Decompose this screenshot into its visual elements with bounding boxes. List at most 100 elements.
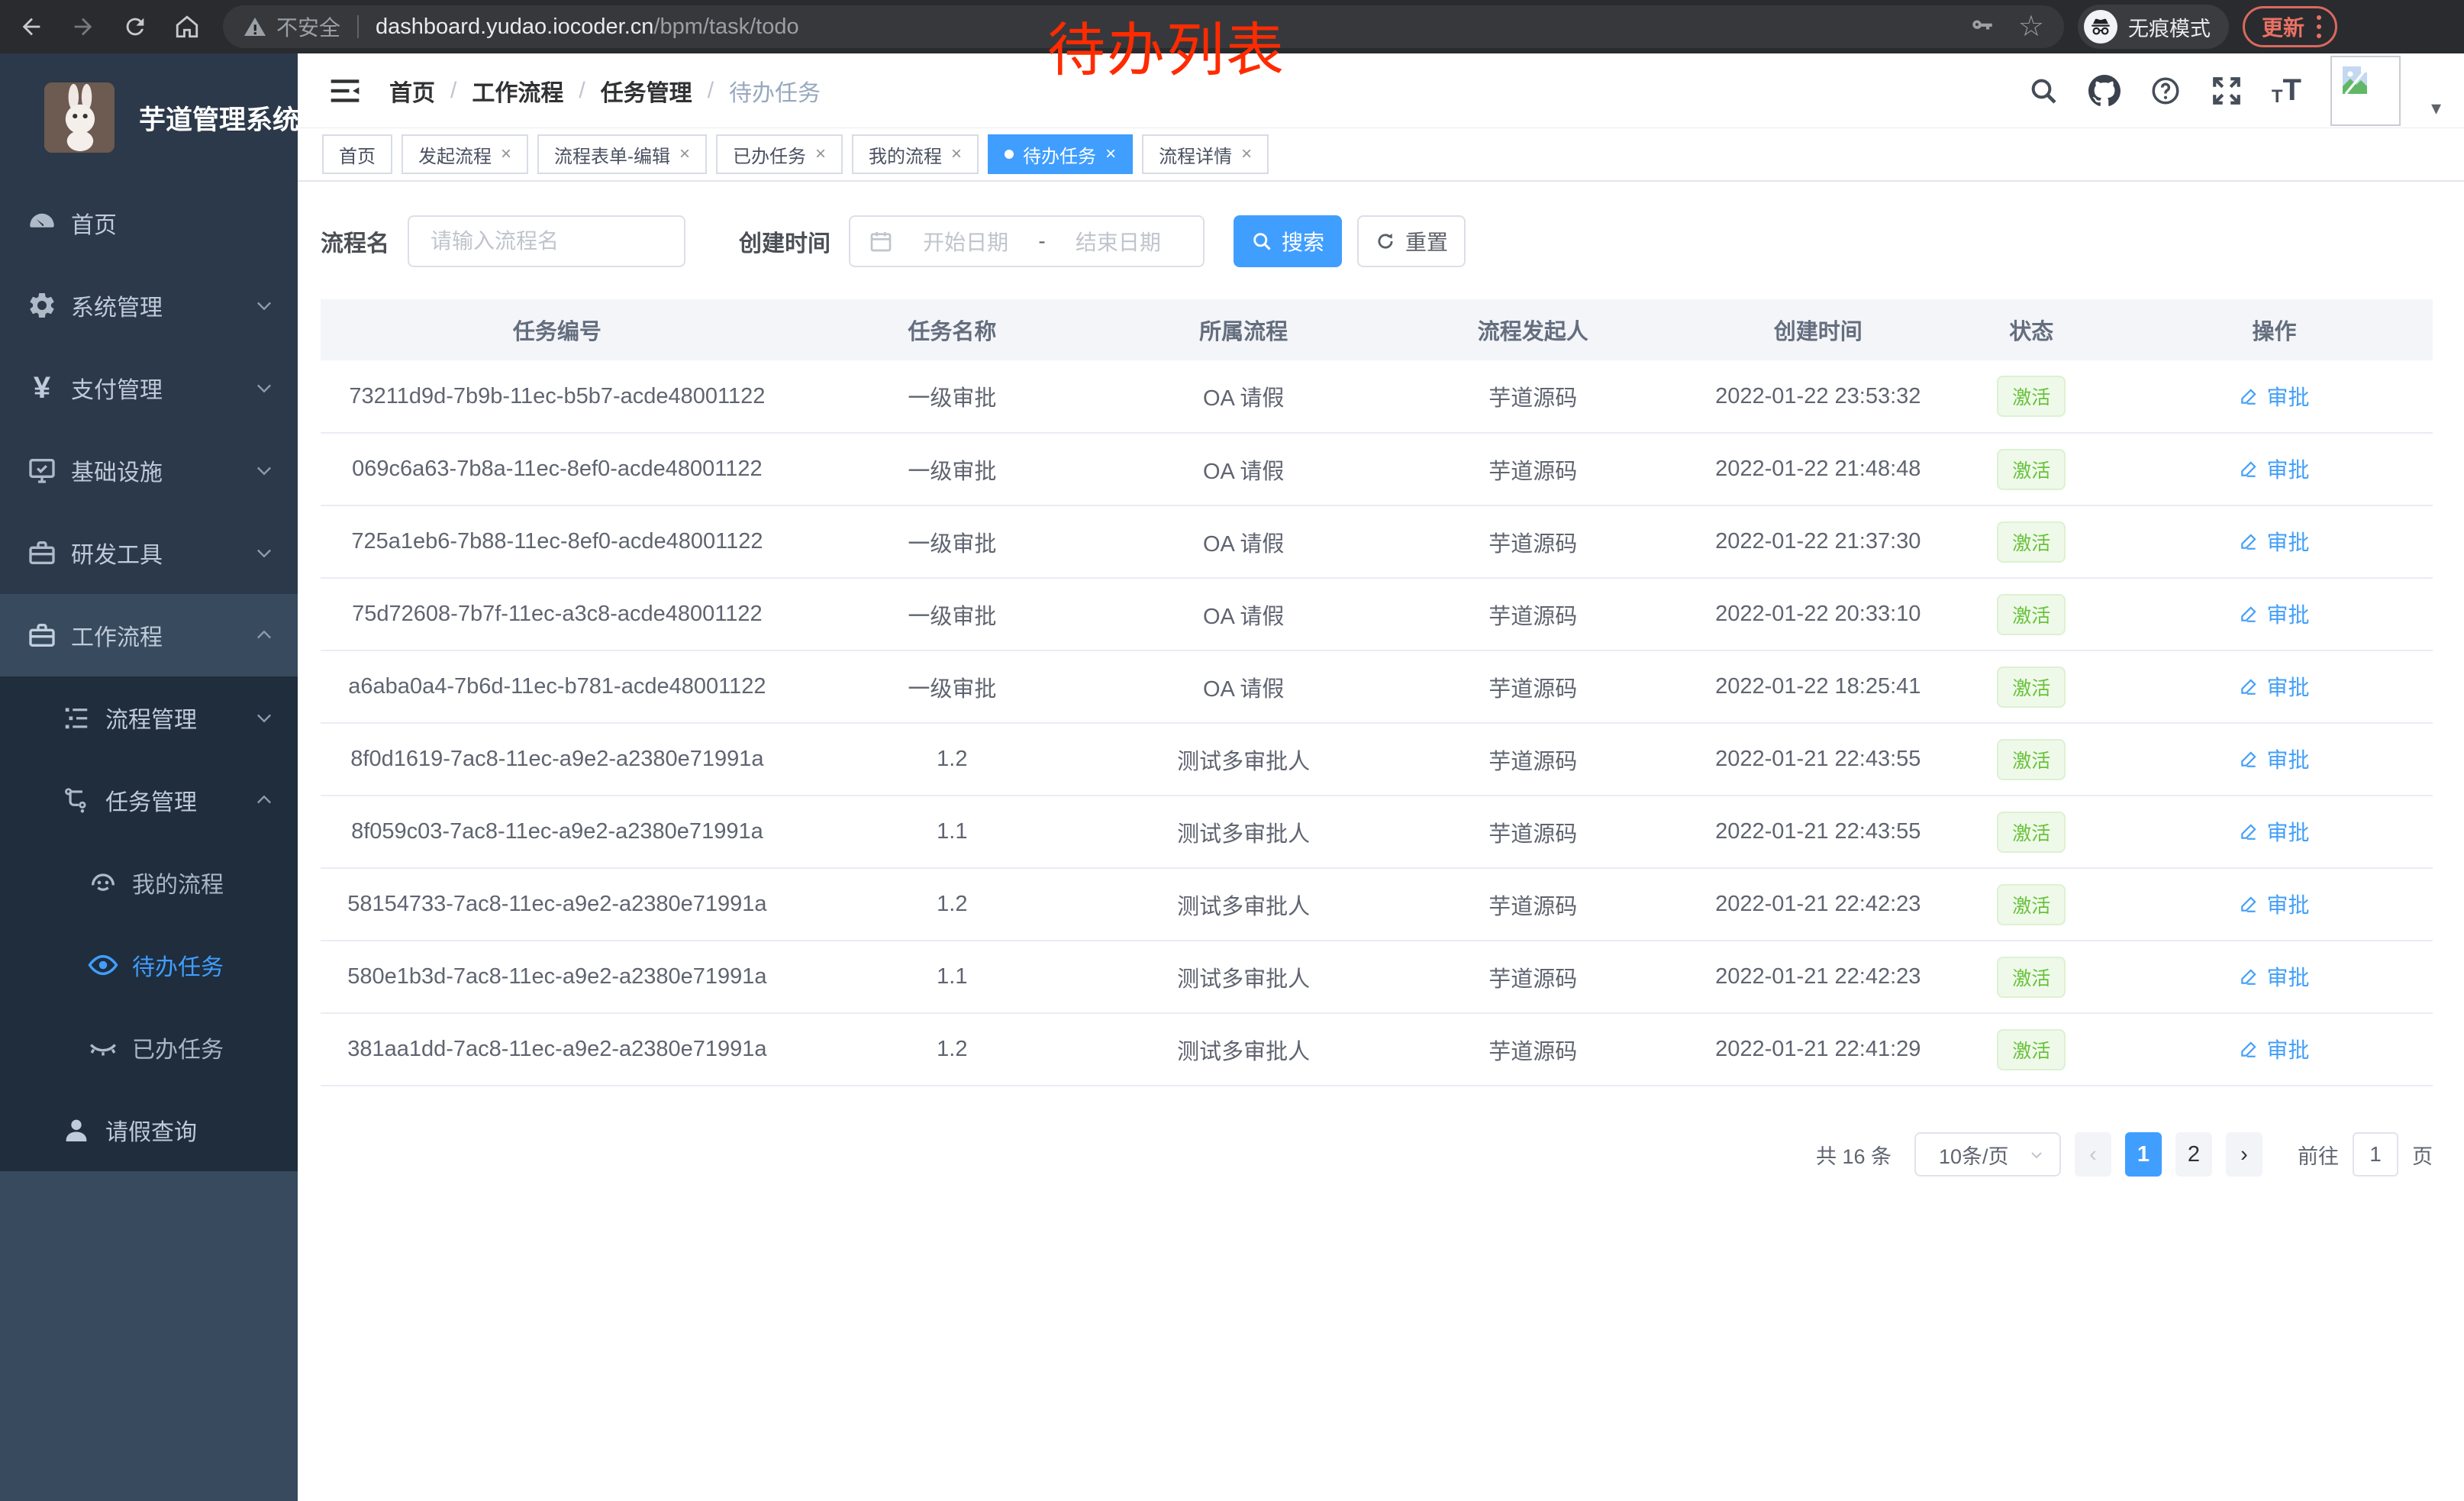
tag-start-process[interactable]: 发起流程× — [402, 134, 528, 174]
next-page-button[interactable]: › — [2226, 1132, 2262, 1177]
update-label: 更新 — [2262, 11, 2304, 42]
chevron-down-icon — [253, 542, 275, 563]
process-name-label: 流程名 — [321, 224, 389, 258]
page-content: 流程名 创建时间 开始日期 - 结束日期 搜索 重 — [298, 182, 2464, 1501]
breadcrumb-workflow[interactable]: 工作流程 — [472, 74, 563, 108]
approve-button[interactable]: 审批 — [2239, 889, 2309, 919]
page-button-2[interactable]: 2 — [2175, 1132, 2212, 1177]
browser-home-button[interactable] — [165, 5, 209, 49]
status-badge: 激活 — [1997, 667, 2066, 708]
sidebar-item-task-management[interactable]: 任务管理 — [0, 759, 298, 841]
close-icon[interactable]: × — [1241, 145, 1252, 163]
close-icon[interactable]: × — [679, 145, 690, 163]
tag-form-edit[interactable]: 流程表单-编辑× — [537, 134, 707, 174]
header-search-icon[interactable] — [2027, 75, 2059, 107]
edit-pen-icon — [2239, 386, 2259, 406]
sidebar-item-payment[interactable]: ¥ 支付管理 — [0, 347, 298, 429]
goto-label: 前往 — [2298, 1140, 2339, 1170]
start-date-placeholder[interactable]: 开始日期 — [899, 226, 1032, 257]
page-button-1[interactable]: 1 — [2125, 1132, 2162, 1177]
sidebar-item-process-management[interactable]: 流程管理 — [0, 676, 298, 759]
sidebar-item-workflow[interactable]: 工作流程 — [0, 594, 298, 676]
status-badge: 激活 — [1997, 449, 2066, 490]
col-process: 所属流程 — [1111, 299, 1377, 360]
screenshot-root: 待办列表 不安全 dashboard.yudao.iocoder.cn/bpm/… — [0, 0, 2464, 1501]
col-status: 状态 — [1947, 299, 2116, 360]
sidebar-filler — [0, 1171, 298, 1501]
face-icon — [86, 866, 120, 899]
chevron-down-icon — [2027, 1145, 2046, 1164]
browser-forward-button[interactable] — [61, 5, 105, 49]
approve-button[interactable]: 审批 — [2239, 961, 2309, 992]
sidebar-item-my-process[interactable]: 我的流程 — [0, 841, 298, 924]
date-range-picker[interactable]: 开始日期 - 结束日期 — [849, 215, 1205, 267]
col-task-name: 任务名称 — [794, 299, 1111, 360]
close-icon[interactable]: × — [501, 145, 511, 163]
help-icon[interactable] — [2150, 75, 2182, 107]
breadcrumb-home[interactable]: 首页 — [389, 74, 435, 108]
sidebar-item-dev-tools[interactable]: 研发工具 — [0, 512, 298, 594]
browser-menu-icon[interactable] — [2317, 15, 2321, 38]
sidebar-item-system[interactable]: 系统管理 — [0, 264, 298, 347]
end-date-placeholder[interactable]: 结束日期 — [1052, 226, 1185, 257]
bookmark-star-icon[interactable]: ☆ — [2018, 12, 2044, 41]
close-icon[interactable]: × — [1105, 145, 1116, 163]
goto-page-input[interactable] — [2353, 1132, 2398, 1177]
table-row: 069c6a63-7b8a-11ec-8ef0-acde48001122一级审批… — [321, 433, 2433, 505]
browser-update-button[interactable]: 更新 — [2243, 6, 2337, 47]
tag-done-tasks[interactable]: 已办任务× — [716, 134, 843, 174]
user-avatar[interactable] — [2330, 56, 2401, 126]
approve-button[interactable]: 审批 — [2239, 1034, 2309, 1064]
search-icon — [1251, 231, 1272, 252]
table-row: 8f0d1619-7ac8-11ec-a9e2-a2380e71991a1.2测… — [321, 723, 2433, 796]
dashboard-gauge-icon — [25, 206, 59, 240]
close-icon[interactable]: × — [951, 145, 962, 163]
incognito-label: 无痕模式 — [2128, 12, 2211, 42]
back-arrow-icon — [18, 14, 44, 40]
github-icon[interactable] — [2088, 75, 2121, 107]
chevron-down-icon — [253, 377, 275, 399]
tag-todo-tasks[interactable]: 待办任务× — [988, 134, 1133, 174]
toolbox-icon — [25, 536, 59, 570]
avatar-caret-icon[interactable]: ▾ — [2431, 96, 2441, 120]
approve-button[interactable]: 审批 — [2239, 744, 2309, 774]
approve-button[interactable]: 审批 — [2239, 671, 2309, 702]
tag-process-detail[interactable]: 流程详情× — [1142, 134, 1269, 174]
tag-my-process[interactable]: 我的流程× — [852, 134, 979, 174]
close-icon[interactable]: × — [815, 145, 826, 163]
status-badge: 激活 — [1997, 1029, 2066, 1070]
app-logo-row[interactable]: 芋道管理系统 — [0, 53, 298, 182]
sidebar-item-done-tasks[interactable]: 已办任务 — [0, 1006, 298, 1089]
sidebar-item-leave-query[interactable]: 请假查询 — [0, 1089, 298, 1171]
tag-home[interactable]: 首页 — [322, 134, 392, 174]
approve-button[interactable]: 审批 — [2239, 454, 2309, 484]
breadcrumb-task-management[interactable]: 任务管理 — [601, 74, 692, 108]
status-badge: 激活 — [1997, 957, 2066, 998]
chevron-up-icon — [253, 625, 275, 646]
approve-button[interactable]: 审批 — [2239, 816, 2309, 847]
sidebar-item-infrastructure[interactable]: 基础设施 — [0, 429, 298, 512]
reset-button[interactable]: 重置 — [1357, 215, 1466, 267]
password-key-icon[interactable] — [1969, 14, 1995, 40]
sidebar-item-todo-tasks[interactable]: 待办任务 — [0, 924, 298, 1006]
font-size-icon[interactable]: TT — [2272, 73, 2301, 108]
calendar-icon — [869, 229, 893, 253]
fullscreen-icon[interactable] — [2211, 75, 2243, 107]
browser-back-button[interactable] — [9, 5, 53, 49]
table-row: 8f059c03-7ac8-11ec-a9e2-a2380e71991a1.1测… — [321, 796, 2433, 868]
sidebar-item-home[interactable]: 首页 — [0, 182, 298, 264]
browser-reload-button[interactable] — [113, 5, 157, 49]
approve-button[interactable]: 审批 — [2239, 381, 2309, 412]
approve-button[interactable]: 审批 — [2239, 526, 2309, 557]
reload-icon — [122, 14, 148, 40]
edit-pen-icon — [2239, 822, 2259, 841]
page-size-select[interactable]: 10条/页 — [1914, 1132, 2061, 1177]
approve-button[interactable]: 审批 — [2239, 599, 2309, 629]
hamburger-icon[interactable] — [328, 74, 362, 108]
active-dot-icon — [1005, 150, 1014, 159]
search-button[interactable]: 搜索 — [1234, 215, 1342, 267]
prev-page-button[interactable]: ‹ — [2075, 1132, 2111, 1177]
top-navbar: 首页 / 工作流程 / 任务管理 / 待办任务 — [298, 53, 2464, 128]
refresh-icon — [1375, 231, 1396, 252]
process-name-input[interactable] — [408, 215, 685, 267]
